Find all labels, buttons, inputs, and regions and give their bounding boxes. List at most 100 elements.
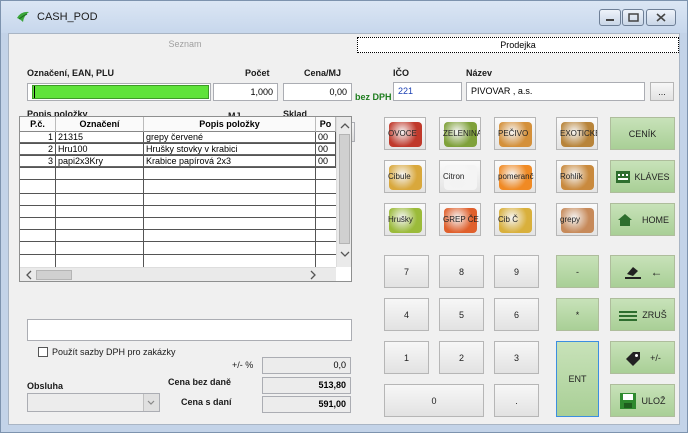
save-icon	[620, 392, 637, 409]
tab-prodejka[interactable]: Prodejka	[357, 37, 679, 53]
column-header-po[interactable]: Po	[316, 117, 336, 132]
product-button[interactable]: OVOCE	[384, 117, 426, 150]
product-label: Hrušky	[388, 215, 413, 224]
horizontal-scrollbar[interactable]	[20, 267, 336, 282]
discount-label: +/-	[650, 352, 661, 363]
key-3[interactable]: 3	[494, 341, 539, 374]
home-button[interactable]: HOME	[610, 203, 675, 236]
key-2[interactable]: 2	[439, 341, 484, 374]
product-button[interactable]: pomeranč	[494, 160, 536, 193]
operator-select[interactable]	[27, 393, 160, 412]
note-input[interactable]	[27, 319, 352, 341]
code-input[interactable]	[27, 83, 211, 101]
percent-input[interactable]: 0,0	[262, 357, 351, 374]
scroll-right-icon[interactable]	[306, 268, 320, 282]
column-header-desc[interactable]: Popis položky	[144, 117, 316, 132]
maximize-button[interactable]	[622, 9, 644, 26]
product-button[interactable]: PEČIVO	[494, 117, 536, 150]
product-button[interactable]: GREP ČE	[439, 203, 481, 236]
partner-browse-button[interactable]: ...	[650, 82, 674, 101]
row-code: papi2x3Kry	[56, 156, 144, 167]
product-button[interactable]: grepy	[556, 203, 598, 236]
keyboard-icon	[616, 170, 631, 183]
scroll-down-icon[interactable]	[337, 247, 352, 261]
key-4[interactable]: 4	[384, 298, 429, 331]
product-button[interactable]: EXOTICKÉ	[556, 117, 598, 150]
product-label: EXOTICKÉ	[560, 129, 598, 138]
column-header-pc[interactable]: P.č.	[20, 117, 56, 132]
minimize-button[interactable]	[599, 9, 621, 26]
items-table[interactable]: P.č. Označení Popis položky Po 1 21315 g…	[19, 116, 352, 282]
key-0[interactable]: 0	[384, 384, 484, 417]
key-decimal[interactable]: .	[494, 384, 539, 417]
key-multiply[interactable]: *	[556, 298, 599, 331]
window-title: CASH_POD	[37, 11, 98, 23]
product-label: grepy	[560, 215, 581, 224]
key-8[interactable]: 8	[439, 255, 484, 288]
key-6[interactable]: 6	[494, 298, 539, 331]
product-label: pomeranč	[498, 172, 534, 181]
bez-dph-label: bez DPH	[355, 92, 392, 102]
ico-input[interactable]: 221	[393, 82, 462, 101]
row-code: Hru100	[56, 144, 144, 155]
home-icon	[618, 213, 632, 226]
code-label: Označení, EAN, PLU	[27, 68, 115, 78]
home-label: HOME	[642, 214, 669, 225]
price-list-button[interactable]: CENÍK	[610, 117, 675, 150]
save-button[interactable]: ULOŽ	[610, 384, 675, 417]
product-button[interactable]: ZELENINA	[439, 117, 481, 150]
row-pc: 2	[20, 144, 56, 155]
row-po: 00	[316, 156, 336, 167]
scroll-up-icon[interactable]	[337, 119, 352, 133]
grid-divider	[20, 205, 336, 206]
product-label: Citron	[443, 172, 465, 181]
price-input[interactable]: 0,00	[283, 83, 352, 101]
product-button[interactable]: Hrušky	[384, 203, 426, 236]
scroll-left-icon[interactable]	[22, 268, 36, 282]
key-5[interactable]: 5	[439, 298, 484, 331]
horizontal-scroll-thumb[interactable]	[36, 270, 72, 280]
key-1[interactable]: 1	[384, 341, 429, 374]
tab-seznam[interactable]: Seznam	[11, 37, 359, 53]
key-9[interactable]: 9	[494, 255, 539, 288]
row-pc: 1	[20, 132, 56, 143]
price-label: Cena/MJ	[304, 68, 342, 78]
key-minus[interactable]: -	[556, 255, 599, 288]
row-po: 00	[316, 132, 336, 143]
percent-label: +/- %	[232, 360, 254, 370]
product-button[interactable]: Cibule	[384, 160, 426, 193]
qty-input[interactable]: 1,000	[213, 83, 278, 101]
product-label: Cib Č	[498, 215, 519, 224]
partner-name-input[interactable]: PIVOVAR , a.s.	[466, 82, 645, 101]
gross-price-label: Cena s daní	[181, 397, 232, 407]
cancel-label: ZRUŠ	[642, 309, 667, 320]
qty-label: Počet	[245, 68, 270, 78]
vertical-scroll-thumb[interactable]	[339, 134, 350, 244]
product-button[interactable]: Rohlík	[556, 160, 598, 193]
operator-dropdown-button[interactable]	[143, 394, 159, 411]
row-desc: Hrušky stovky v krabici	[144, 144, 316, 155]
product-button[interactable]: Cib Č	[494, 203, 536, 236]
key-enter[interactable]: ENT	[556, 341, 599, 417]
discount-button[interactable]: +/-	[610, 341, 675, 374]
keyboard-button[interactable]: KLÁVES	[610, 160, 675, 193]
use-vat-checkbox[interactable]	[38, 347, 48, 357]
row-desc: Krabice papírová 2x3	[144, 156, 316, 167]
save-label: ULOŽ	[641, 395, 666, 406]
title-bar: CASH_POD	[1, 1, 687, 33]
grid-divider	[20, 217, 336, 218]
key-7[interactable]: 7	[384, 255, 429, 288]
vertical-scrollbar[interactable]	[336, 117, 352, 267]
maximize-icon	[628, 13, 639, 22]
product-label: GREP ČE	[443, 215, 479, 224]
cancel-button[interactable]: ZRUŠ	[610, 298, 675, 331]
cancel-icon	[619, 310, 638, 321]
close-button[interactable]	[646, 9, 676, 26]
backspace-button[interactable]: ←	[610, 255, 675, 288]
close-icon	[656, 13, 666, 22]
partner-name-label: Název	[466, 68, 493, 78]
text-cursor	[34, 86, 35, 98]
row-desc: grepy červené	[144, 132, 316, 143]
product-button[interactable]: Citron	[439, 160, 481, 193]
column-header-code[interactable]: Označení	[56, 117, 144, 132]
